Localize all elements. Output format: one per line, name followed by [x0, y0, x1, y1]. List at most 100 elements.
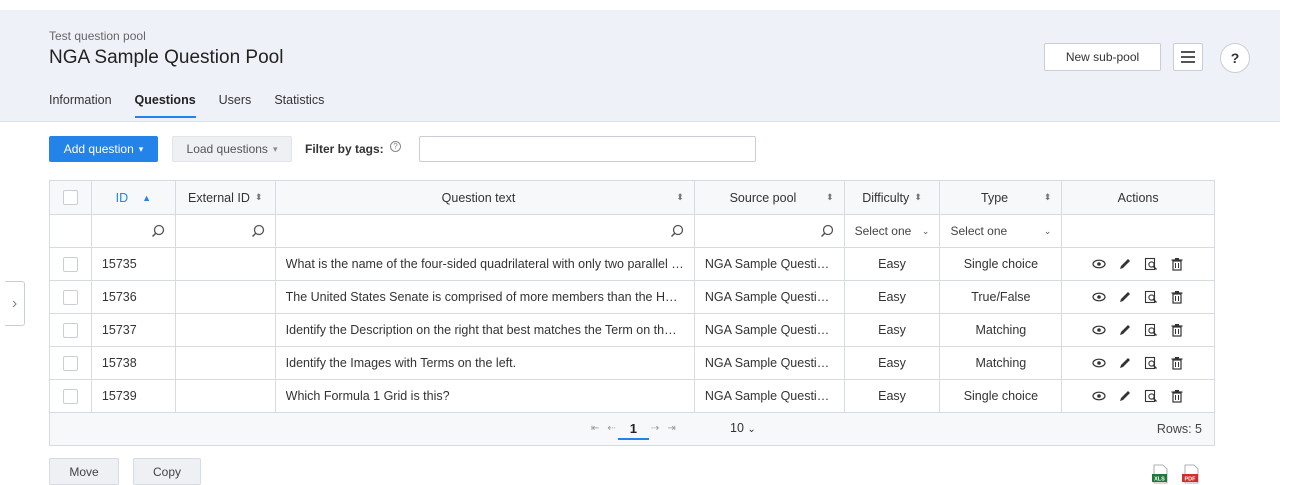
cell-difficulty: Easy — [845, 380, 941, 412]
last-page-icon[interactable]: ⇥ — [667, 423, 675, 434]
cell-id: 15738 — [92, 347, 176, 379]
filter-difficulty-select[interactable]: Select one ⌄ — [845, 215, 941, 247]
table-row[interactable]: 15738 Identify the Images with Terms on … — [50, 347, 1214, 380]
export-xls-icon[interactable]: XLS — [1151, 464, 1169, 484]
filter-tags-input[interactable] — [419, 136, 756, 162]
cell-source-pool: NGA Sample Question… — [695, 347, 845, 379]
next-page-icon[interactable]: ⇢ — [651, 423, 659, 434]
prev-page-icon[interactable]: ⇠ — [607, 423, 615, 434]
table-row[interactable]: 15737 Identify the Description on the ri… — [50, 314, 1214, 347]
column-header-actions: Actions — [1117, 190, 1159, 205]
preview-icon[interactable] — [1144, 290, 1158, 304]
filter-tags-label: Filter by tags: — [305, 142, 384, 156]
copy-button[interactable]: Copy — [133, 458, 201, 485]
preview-icon[interactable] — [1144, 389, 1158, 403]
move-button[interactable]: Move — [49, 458, 119, 485]
page-number-current[interactable]: 1 — [617, 421, 650, 440]
edit-pencil-icon[interactable] — [1118, 257, 1132, 271]
tab-users[interactable]: Users — [219, 93, 252, 117]
table-row[interactable]: 15735 What is the name of the four-sided… — [50, 248, 1214, 281]
help-circle-icon[interactable]: ? — [390, 141, 401, 152]
tab-statistics[interactable]: Statistics — [274, 93, 324, 117]
filter-source-pool[interactable] — [695, 215, 845, 247]
page-size-select[interactable]: 10 ⌄ — [730, 421, 756, 435]
column-header-question-text[interactable]: Question text ⬍ — [276, 181, 695, 214]
row-checkbox[interactable] — [62, 388, 78, 404]
chevron-down-icon: ⌄ — [747, 424, 756, 435]
select-all-checkbox[interactable] — [62, 190, 78, 205]
row-checkbox[interactable] — [62, 355, 78, 371]
column-header-id[interactable]: ID ▲ — [92, 181, 176, 214]
delete-trash-icon[interactable] — [1170, 323, 1184, 337]
chevron-down-icon: ⌄ — [921, 225, 930, 236]
filter-type-select[interactable]: Select one ⌄ — [940, 215, 1063, 247]
row-checkbox[interactable] — [62, 289, 78, 305]
view-eye-icon[interactable] — [1092, 389, 1106, 403]
cell-type: Single choice — [940, 380, 1063, 412]
page-header: Test question pool NGA Sample Question P… — [0, 10, 1280, 122]
view-eye-icon[interactable] — [1092, 257, 1106, 271]
svg-text:PDF: PDF — [1185, 477, 1197, 483]
tab-questions[interactable]: Questions — [134, 93, 196, 118]
cell-external-id — [176, 347, 276, 379]
cell-question-text: Which Formula 1 Grid is this? — [276, 380, 695, 412]
edit-pencil-icon[interactable] — [1118, 323, 1132, 337]
cell-type: Matching — [940, 347, 1063, 379]
help-button[interactable]: ? — [1220, 43, 1250, 73]
preview-icon[interactable] — [1144, 356, 1158, 370]
cell-difficulty: Easy — [845, 314, 941, 346]
delete-trash-icon[interactable] — [1170, 257, 1184, 271]
sidebar-expand-button[interactable]: › — [5, 281, 25, 326]
new-subpool-button[interactable]: New sub-pool — [1044, 43, 1161, 71]
cell-actions — [1062, 248, 1214, 280]
view-eye-icon[interactable] — [1092, 356, 1106, 370]
preview-icon[interactable] — [1144, 257, 1158, 271]
column-header-source-pool[interactable]: Source pool ⬍ — [695, 181, 845, 214]
chevron-right-icon: › — [11, 294, 18, 312]
filter-id[interactable] — [92, 215, 176, 247]
search-icon — [151, 224, 164, 238]
cell-source-pool: NGA Sample Question… — [695, 314, 845, 346]
delete-trash-icon[interactable] — [1170, 389, 1184, 403]
cell-external-id — [176, 281, 276, 313]
add-question-button[interactable]: Add question ▾ — [49, 136, 158, 162]
caret-down-icon: ▾ — [272, 143, 278, 154]
page-title: NGA Sample Question Pool — [49, 47, 284, 68]
table-row[interactable]: 15736 The United States Senate is compri… — [50, 281, 1214, 314]
cell-type: Matching — [940, 314, 1063, 346]
export-pdf-icon[interactable]: PDF — [1181, 464, 1201, 484]
table-filter-row: Select one ⌄ Select one ⌄ — [50, 215, 1214, 248]
rows-count: Rows: 5 — [1156, 422, 1202, 436]
cell-actions — [1062, 281, 1214, 313]
cell-difficulty: Easy — [845, 248, 941, 280]
first-page-icon[interactable]: ⇤ — [591, 423, 599, 434]
row-checkbox[interactable] — [62, 256, 78, 272]
edit-pencil-icon[interactable] — [1118, 290, 1132, 304]
row-checkbox[interactable] — [62, 322, 78, 338]
edit-pencil-icon[interactable] — [1118, 389, 1132, 403]
load-questions-button[interactable]: Load questions ▾ — [172, 136, 292, 162]
preview-icon[interactable] — [1144, 323, 1158, 337]
chevron-down-icon: ⌄ — [1043, 225, 1052, 236]
table-row[interactable]: 15739 Which Formula 1 Grid is this? NGA … — [50, 380, 1214, 413]
cell-actions — [1062, 314, 1214, 346]
tab-bar: Information Questions Users Statistics — [49, 93, 347, 118]
filter-external-id[interactable] — [176, 215, 276, 247]
view-eye-icon[interactable] — [1092, 290, 1106, 304]
hamburger-icon — [1181, 51, 1195, 53]
menu-button[interactable] — [1173, 43, 1203, 71]
cell-difficulty: Easy — [845, 347, 941, 379]
cell-id: 15737 — [92, 314, 176, 346]
column-header-external-id[interactable]: External ID ⬍ — [176, 181, 276, 214]
cell-id: 15736 — [92, 281, 176, 313]
edit-pencil-icon[interactable] — [1118, 356, 1132, 370]
filter-question-text[interactable] — [276, 215, 695, 247]
cell-external-id — [176, 314, 276, 346]
sort-icon: ⬍ — [914, 192, 922, 202]
delete-trash-icon[interactable] — [1170, 290, 1184, 304]
column-header-difficulty[interactable]: Difficulty ⬍ — [845, 181, 941, 214]
view-eye-icon[interactable] — [1092, 323, 1106, 337]
delete-trash-icon[interactable] — [1170, 356, 1184, 370]
column-header-type[interactable]: Type ⬍ — [940, 181, 1063, 214]
tab-information[interactable]: Information — [49, 93, 112, 117]
